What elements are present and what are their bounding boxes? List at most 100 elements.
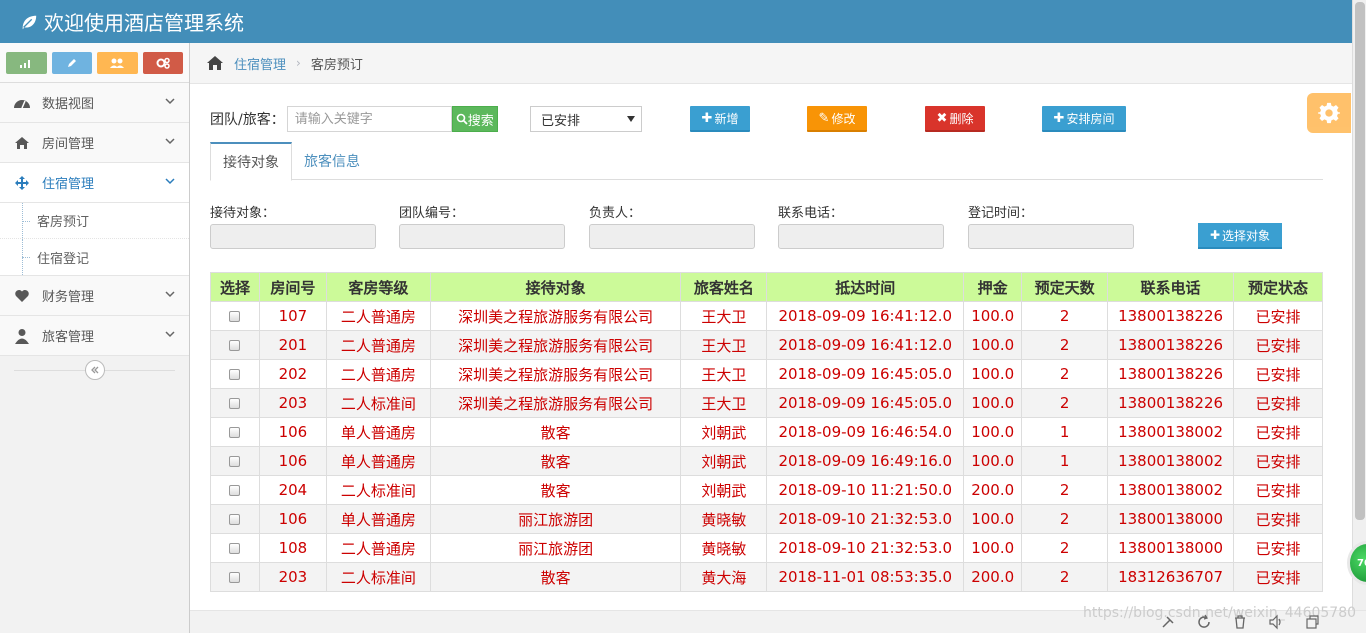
table-cell: 13800138226 [1107,330,1235,360]
chevron-down-icon [165,178,175,185]
delete-button[interactable]: ✖ 删除 [925,106,985,132]
arrange-room-button[interactable]: ✚ 安排房间 [1042,106,1126,132]
table-cell: 单人普通房 [325,417,431,447]
volume-icon[interactable] [1268,614,1284,630]
shortcut-chart-button[interactable] [6,52,47,74]
settings-panel-toggle[interactable] [1307,93,1351,133]
row-select-cell [210,417,260,447]
table-row[interactable]: 202 二人普通房 深圳美之程旅游服务有限公司 王大卫 2018-09-09 16:45… [210,359,1323,389]
table-cell: 已安排 [1233,504,1323,534]
search-button[interactable]: 搜索 [451,106,498,132]
sidebar-subitem-room-booking[interactable]: 客房预订 [0,203,189,239]
table-cell: 2018-09-10 21:32:53.0 [766,533,965,563]
field-input[interactable] [210,224,376,249]
row-checkbox[interactable] [229,514,241,525]
scrollbar-thumb[interactable] [1355,2,1365,520]
choose-target-button[interactable]: ✚ 选择对象 [1198,223,1282,249]
table-cell: 2018-09-09 16:45:05.0 [766,388,965,418]
sidebar-subitem-checkin[interactable]: 住宿登记 [0,239,189,275]
times-icon: ✖ [936,110,948,126]
row-checkbox[interactable] [229,398,241,409]
table-row[interactable]: 204 二人标准间 散客 刘朝武 2018-09-10 11:21:50.0 200.0 2… [210,475,1323,505]
refresh-icon[interactable] [1196,614,1212,630]
field-input[interactable] [968,224,1134,249]
column-header[interactable]: 押金 [963,272,1023,302]
window-icon[interactable] [1304,614,1320,630]
table-cell: 2 [1021,359,1109,389]
row-checkbox[interactable] [229,427,241,438]
shortcut-settings-button[interactable] [142,52,183,74]
table-cell: 2 [1021,475,1109,505]
sidebar-item-data-view[interactable]: 数据视图 [0,83,189,123]
field-input[interactable] [399,224,565,249]
shortcut-users-button[interactable] [97,52,138,74]
table-row[interactable]: 203 二人标准间 散客 黄大海 2018-11-01 08:53:35.0 200.0 2… [210,562,1323,592]
column-header[interactable]: 房间号 [258,272,327,302]
sidebar-item-finance[interactable]: 财务管理 [0,276,189,316]
row-checkbox[interactable] [229,340,241,351]
sidebar-item-lodging-management[interactable]: 住宿管理 [0,163,189,203]
field-input[interactable] [589,224,755,249]
tab-guest-info[interactable]: 旅客信息 [292,142,372,180]
breadcrumb-link[interactable]: 住宿管理 [234,54,286,73]
column-header[interactable]: 客房等级 [325,272,431,302]
table-row[interactable]: 201 二人普通房 深圳美之程旅游服务有限公司 王大卫 2018-09-09 16:41… [210,330,1323,360]
status-select[interactable]: 已安排 [530,106,642,132]
caret-down-icon [627,116,635,122]
edit-button[interactable]: ✎ 修改 [807,106,867,132]
page-scrollbar[interactable] [1352,0,1366,610]
choose-target-label: 选择对象 [1222,228,1271,243]
search-input[interactable] [286,106,452,132]
trash-icon[interactable] [1232,614,1248,630]
tab-reception-target[interactable]: 接待对象 [210,142,292,181]
gear-icon [1318,102,1340,124]
row-checkbox[interactable] [229,485,241,496]
column-header[interactable]: 预定状态 [1233,272,1323,302]
table-row[interactable]: 106 单人普通房 散客 刘朝武 2018-09-09 16:49:16.0 100.0 1… [210,446,1323,476]
table-row[interactable]: 106 单人普通房 丽江旅游团 黄晓敏 2018-09-10 21:32:53.0 100… [210,504,1323,534]
table-cell: 2018-09-09 16:41:12.0 [766,301,965,331]
column-header[interactable]: 抵达时间 [766,272,965,302]
sidebar-item-guest-management[interactable]: 旅客管理 [0,316,189,356]
table-cell: 100.0 [963,330,1023,360]
search-label: 团队/旅客： [210,112,285,128]
column-header[interactable]: 接待对象 [429,272,682,302]
field-team-number: 团队编号： [399,202,565,249]
table-cell: 丽江旅游团 [429,504,682,534]
table-cell: 13800138226 [1107,388,1235,418]
shortcut-edit-button[interactable] [51,52,92,74]
row-checkbox[interactable] [229,369,241,380]
table-row[interactable]: 108 二人普通房 丽江旅游团 黄晓敏 2018-09-10 21:32:53.0 100… [210,533,1323,563]
column-header[interactable]: 旅客姓名 [680,272,768,302]
field-input[interactable] [778,224,944,249]
table-cell: 100.0 [963,359,1023,389]
row-checkbox[interactable] [229,572,241,583]
table-cell: 1 [1021,446,1109,476]
sidebar-item-room-management[interactable]: 房间管理 [0,123,189,163]
home-icon[interactable] [206,55,224,71]
row-checkbox[interactable] [229,456,241,467]
field-reception-target: 接待对象： [210,202,376,249]
table-cell: 二人标准间 [325,562,431,592]
pin-icon[interactable] [1160,614,1176,630]
column-header[interactable]: 联系电话 [1107,272,1235,302]
table-cell: 2 [1021,562,1109,592]
breadcrumb-separator: › [296,56,301,70]
table-row[interactable]: 203 二人标准间 深圳美之程旅游服务有限公司 王大卫 2018-09-09 16:45… [210,388,1323,418]
row-checkbox[interactable] [229,543,241,554]
add-button[interactable]: ✚ 新增 [690,106,750,132]
sidebar-collapse-button[interactable] [84,360,105,380]
column-header[interactable]: 预定天数 [1021,272,1109,302]
sidebar-item-label: 财务管理 [42,290,95,305]
table-cell: 二人普通房 [325,330,431,360]
table-row[interactable]: 107 二人普通房 深圳美之程旅游服务有限公司 王大卫 2018-09-09 16:41… [210,301,1323,331]
table-row[interactable]: 106 单人普通房 散客 刘朝武 2018-09-09 16:46:54.0 100.0 1… [210,417,1323,447]
sidebar-item-label: 房间管理 [42,137,95,152]
table-cell: 106 [258,446,327,476]
row-checkbox[interactable] [229,311,241,322]
table-cell: 深圳美之程旅游服务有限公司 [429,359,682,389]
table-cell: 已安排 [1233,301,1323,331]
table-cell: 13800138002 [1107,446,1235,476]
field-label: 联系电话： [778,206,844,221]
table-cell: 已安排 [1233,533,1323,563]
